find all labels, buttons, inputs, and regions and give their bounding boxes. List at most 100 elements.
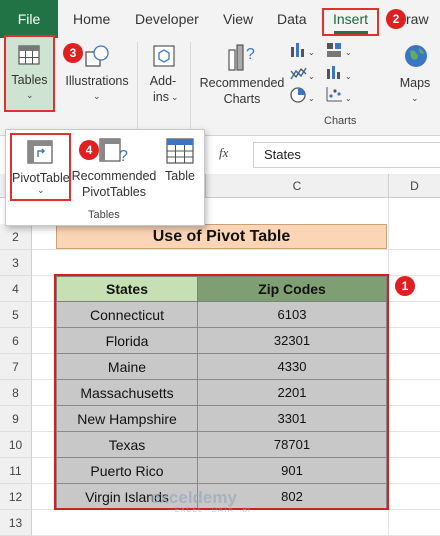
addins-button[interactable]: Add- ins ⌄ bbox=[143, 38, 183, 112]
svg-text:⌄: ⌄ bbox=[308, 94, 315, 103]
states-table: States Zip Codes Connecticut 6103 Florida… bbox=[56, 276, 387, 510]
zip-cell[interactable]: 2201 bbox=[197, 379, 387, 406]
row-header[interactable]: 2 bbox=[0, 224, 32, 250]
pivottable-button[interactable]: PivotTable ⌄ bbox=[10, 133, 71, 201]
row-header[interactable]: 12 bbox=[0, 484, 32, 510]
pie-chart-icon bbox=[290, 87, 306, 103]
recommended-pivottables-button[interactable]: ? Recommended PivotTables bbox=[70, 133, 158, 201]
row-header[interactable]: 8 bbox=[0, 380, 32, 406]
watermark-tagline: EXCEL · DATA · BI bbox=[175, 507, 251, 514]
header-states[interactable]: States bbox=[56, 276, 198, 302]
row-header[interactable]: 7 bbox=[0, 354, 32, 380]
recommended-charts-label-1: Recommended bbox=[199, 76, 285, 90]
zip-cell[interactable]: 901 bbox=[197, 457, 387, 484]
tab-view[interactable]: View bbox=[223, 0, 253, 38]
pivottable-label: PivotTable bbox=[12, 171, 70, 185]
state-cell[interactable]: Massachusetts bbox=[56, 379, 198, 406]
row-header[interactable]: 11 bbox=[0, 458, 32, 484]
scatter-chart-icon bbox=[326, 87, 342, 102]
recommended-pivottables-icon: ? bbox=[99, 138, 128, 165]
chevron-down-icon: ⌄ bbox=[93, 91, 101, 101]
zip-cell[interactable]: 4330 bbox=[197, 353, 387, 380]
table-row: Florida 32301 bbox=[56, 327, 387, 354]
svg-text:⌄: ⌄ bbox=[345, 94, 352, 103]
svg-text:?: ? bbox=[119, 148, 128, 165]
recommended-charts-button[interactable]: ? Recommended Charts bbox=[198, 38, 286, 112]
recommended-pivottables-label-2: PivotTables bbox=[82, 185, 146, 199]
row-header[interactable]: 3 bbox=[0, 250, 32, 276]
row-header[interactable]: 13 bbox=[0, 510, 32, 536]
state-cell[interactable]: Connecticut bbox=[56, 301, 198, 328]
state-cell[interactable]: Texas bbox=[56, 431, 198, 458]
ribbon-insert: Tables ⌄ 3 Illustrations ⌄ Add- ins ⌄ ? … bbox=[0, 35, 440, 136]
fx-icon[interactable]: fx bbox=[219, 145, 228, 161]
row-header[interactable]: 4 bbox=[0, 276, 32, 302]
state-cell[interactable]: Florida bbox=[56, 327, 198, 354]
addins-label-1: Add- bbox=[149, 74, 177, 88]
table-label: Table bbox=[165, 169, 195, 183]
column-header-c[interactable]: C bbox=[205, 174, 388, 198]
active-tab-indicator bbox=[334, 31, 368, 34]
table-button[interactable]: Table bbox=[158, 133, 202, 201]
formula-bar: fx States bbox=[205, 142, 440, 168]
column-header-d[interactable]: D bbox=[388, 174, 440, 198]
column-chart-icon bbox=[291, 43, 304, 57]
row-header[interactable]: 6 bbox=[0, 328, 32, 354]
state-cell[interactable]: Maine bbox=[56, 353, 198, 380]
table-row: New Hampshire 3301 bbox=[56, 405, 387, 432]
table-grid-icon bbox=[18, 45, 40, 65]
zip-cell[interactable]: 32301 bbox=[197, 327, 387, 354]
tab-data[interactable]: Data bbox=[277, 0, 307, 38]
gridline bbox=[388, 198, 389, 536]
state-cell[interactable]: Puerto Rico bbox=[56, 457, 198, 484]
row-header[interactable]: 10 bbox=[0, 432, 32, 458]
chevron-down-icon: ⌄ bbox=[37, 185, 45, 195]
watermark-logo: exceldemy bbox=[150, 488, 237, 507]
svg-text:⌄: ⌄ bbox=[345, 72, 352, 81]
step-badge-1: 1 bbox=[395, 276, 415, 296]
table-row: Texas 78701 bbox=[56, 431, 387, 458]
tab-file[interactable]: File bbox=[0, 0, 58, 38]
step-badge-2: 2 bbox=[386, 9, 406, 29]
statistic-chart-icon bbox=[327, 66, 340, 79]
pivottable-icon bbox=[27, 140, 53, 164]
line-chart-icon bbox=[290, 67, 307, 80]
tab-draw[interactable]: raw bbox=[406, 0, 429, 38]
maps-label: Maps bbox=[399, 76, 431, 90]
svg-text:⌄: ⌄ bbox=[308, 48, 315, 57]
tables-dropdown: PivotTable ⌄ 4 ? Recommended PivotTables… bbox=[5, 129, 205, 226]
ribbon-tab-bar: File Home Developer View Data Insert 2 r… bbox=[0, 0, 440, 38]
charts-group-label: Charts bbox=[324, 115, 357, 127]
row-header[interactable]: 5 bbox=[0, 302, 32, 328]
zip-cell[interactable]: 78701 bbox=[197, 431, 387, 458]
recommended-charts-icon: ? bbox=[228, 44, 255, 71]
ribbon-separator bbox=[137, 42, 138, 130]
chevron-down-icon: ⌄ bbox=[26, 90, 34, 100]
svg-text:?: ? bbox=[246, 46, 255, 63]
formula-input[interactable]: States bbox=[253, 142, 440, 168]
table-grid-icon bbox=[166, 138, 194, 164]
row-header[interactable]: 9 bbox=[0, 406, 32, 432]
sheet-title[interactable]: Use of Pivot Table bbox=[56, 224, 387, 249]
zip-cell[interactable]: 6103 bbox=[197, 301, 387, 328]
chevron-down-icon: ⌄ bbox=[171, 92, 179, 102]
svg-text:⌄: ⌄ bbox=[308, 72, 315, 81]
illustrations-button[interactable]: Illustrations ⌄ bbox=[62, 38, 132, 112]
chart-type-icons[interactable]: ⌄ ⌄ ⌄ ⌄ ⌄ ⌄ bbox=[289, 41, 389, 105]
header-zip-codes[interactable]: Zip Codes bbox=[197, 276, 387, 302]
state-cell[interactable]: New Hampshire bbox=[56, 405, 198, 432]
svg-text:⌄: ⌄ bbox=[345, 48, 352, 57]
hierarchy-chart-icon bbox=[327, 43, 341, 57]
gridline bbox=[32, 249, 440, 250]
recommended-charts-label-2: Charts bbox=[223, 92, 261, 106]
zip-cell[interactable]: 3301 bbox=[197, 405, 387, 432]
tables-button[interactable]: Tables ⌄ bbox=[4, 35, 55, 112]
tables-group-label: Tables bbox=[88, 209, 120, 221]
maps-button[interactable]: Maps ⌄ bbox=[395, 38, 435, 112]
table-row: Connecticut 6103 bbox=[56, 301, 387, 328]
table-row: Massachusetts 2201 bbox=[56, 379, 387, 406]
table-row: Maine 4330 bbox=[56, 353, 387, 380]
ribbon-separator bbox=[190, 42, 191, 130]
tab-developer[interactable]: Developer bbox=[135, 0, 199, 38]
tab-home[interactable]: Home bbox=[73, 0, 110, 38]
